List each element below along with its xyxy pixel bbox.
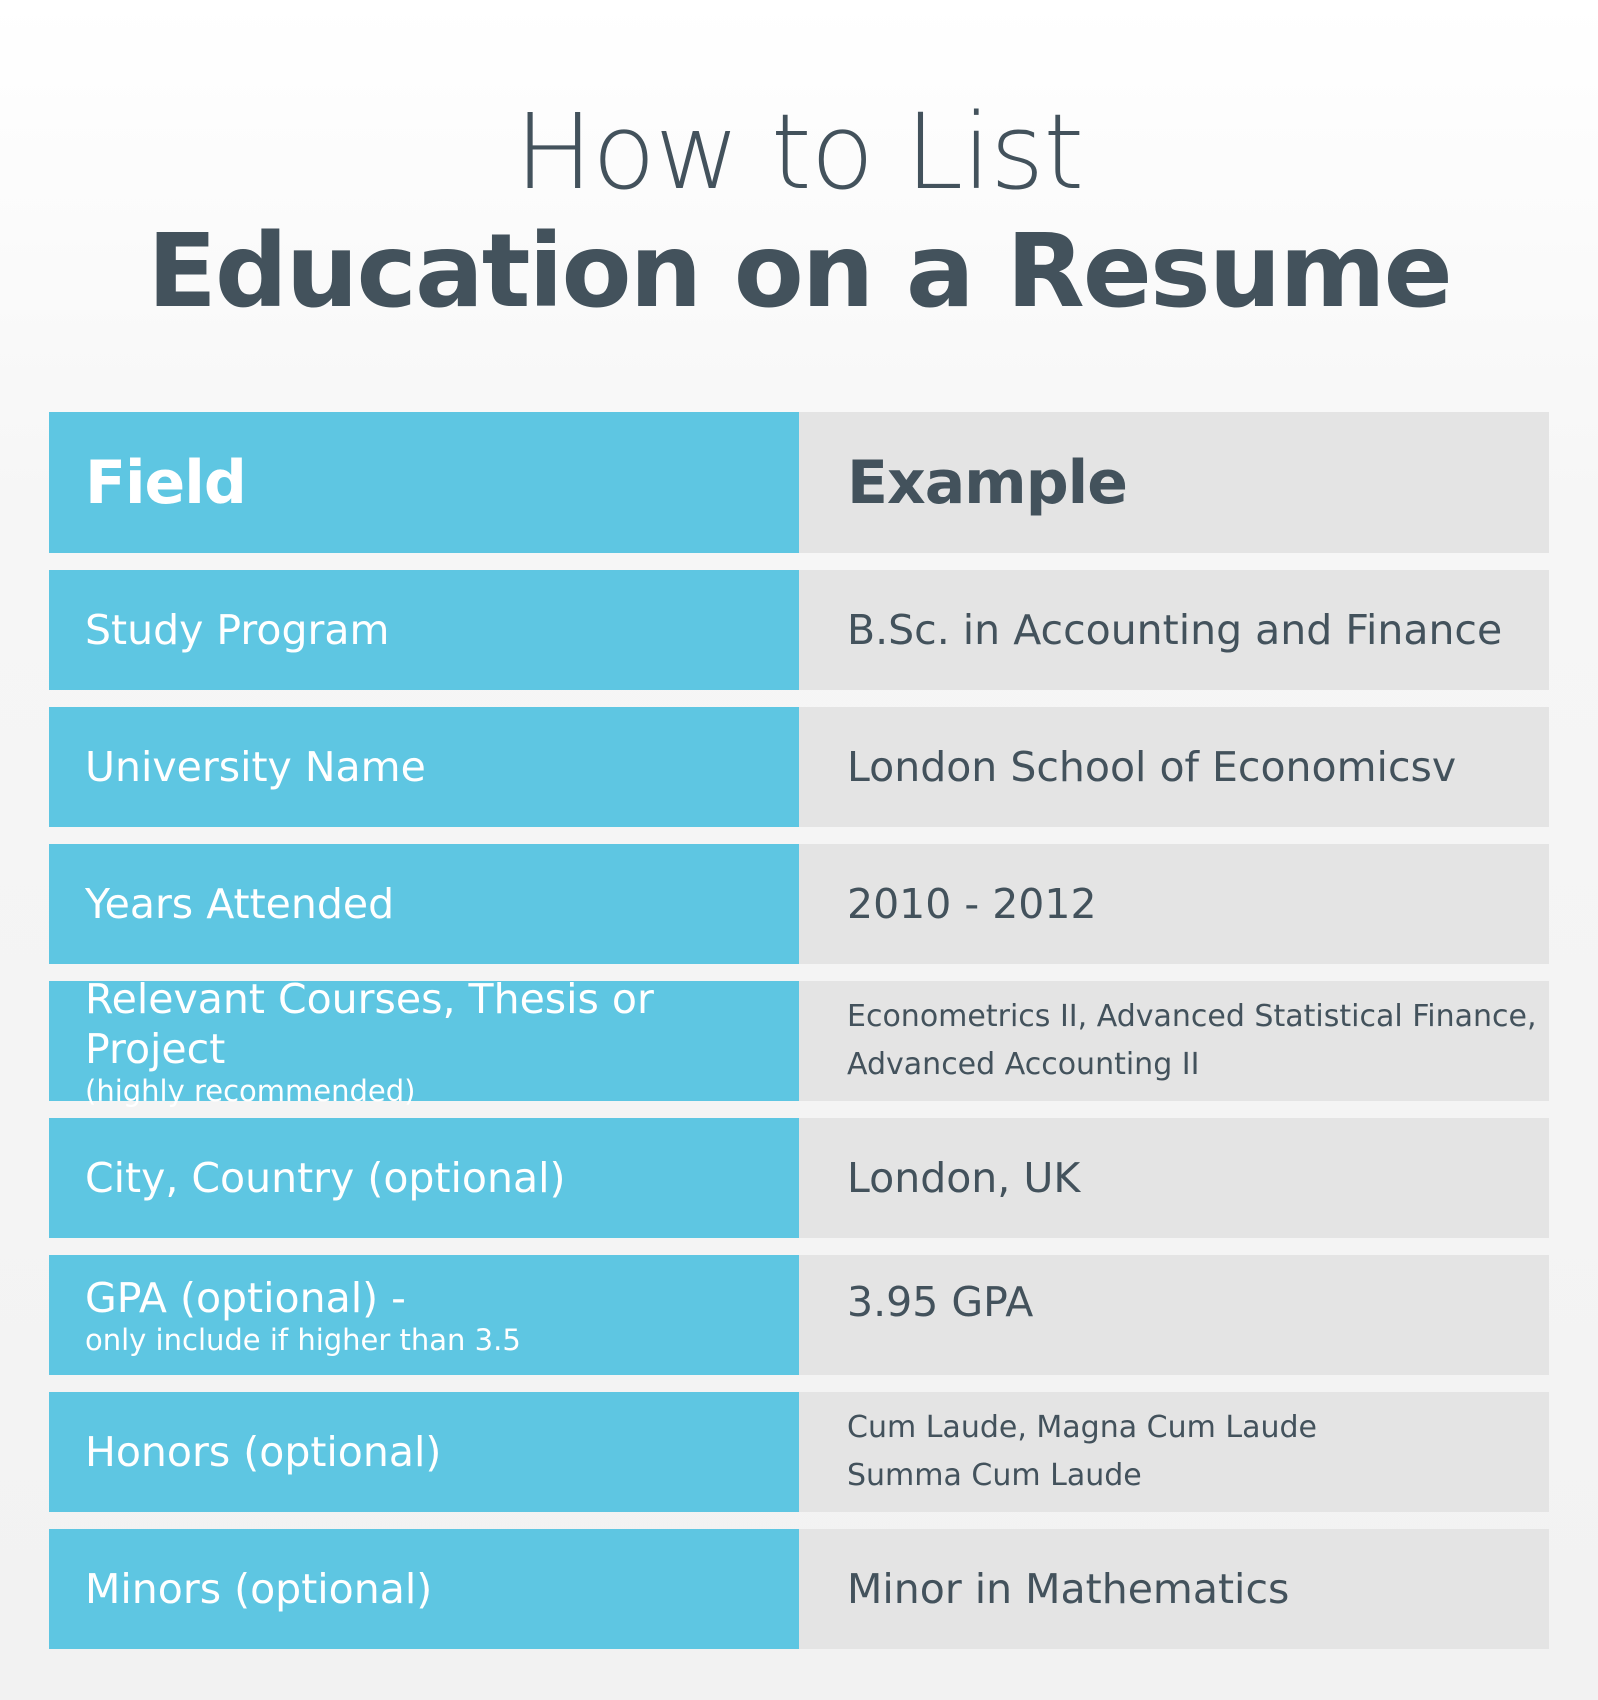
- field-note: only include if higher than 3.5: [85, 1323, 521, 1357]
- field-cell: Relevant Courses, Thesis or Project (hig…: [49, 975, 799, 1108]
- field-cell: Study Program: [49, 570, 799, 690]
- page-title-line1: How to List: [514, 91, 1084, 213]
- field-column-header: Field: [49, 412, 799, 553]
- table-row: Relevant Courses, Thesis or Project (hig…: [49, 975, 1549, 1108]
- example-value: Minor in Mathematics: [847, 1565, 1290, 1613]
- example-value: London School of Economicsv: [847, 743, 1457, 791]
- example-cell: London, UK: [799, 1118, 1549, 1238]
- field-label: Relevant Courses, Thesis or Project: [85, 975, 654, 1073]
- field-label: Minors (optional): [85, 1565, 433, 1613]
- field-cell: Honors (optional): [49, 1392, 799, 1512]
- page-title-line2: Education on a Resume: [147, 212, 1453, 331]
- field-cell: Years Attended: [49, 844, 799, 964]
- table-row: Years Attended 2010 - 2012: [49, 844, 1549, 964]
- example-value: London, UK: [847, 1154, 1081, 1202]
- field-label: GPA (optional) -: [85, 1274, 406, 1322]
- field-label: Study Program: [85, 606, 390, 654]
- field-label: City, Country (optional): [85, 1154, 566, 1202]
- table-row: Minors (optional) Minor in Mathematics: [49, 1529, 1549, 1649]
- table-row: Study Program B.Sc. in Accounting and Fi…: [49, 570, 1549, 690]
- example-value: B.Sc. in Accounting and Finance: [847, 606, 1503, 654]
- field-cell: Minors (optional): [49, 1529, 799, 1649]
- example-cell: London School of Economicsv: [799, 707, 1549, 827]
- example-column-header: Example: [799, 412, 1549, 553]
- education-table: Field Example Study Program B.Sc. in Acc…: [49, 412, 1549, 1666]
- example-line: Summa Cum Laude: [847, 1458, 1142, 1493]
- field-label: Years Attended: [85, 880, 395, 928]
- example-cell: 3.95 GPA: [799, 1255, 1549, 1375]
- example-value: 3.95 GPA: [847, 1278, 1034, 1326]
- table-header-row: Field Example: [49, 412, 1549, 553]
- field-cell: GPA (optional) - only include if higher …: [49, 1255, 799, 1375]
- field-label: University Name: [85, 743, 426, 791]
- example-cell: Econometrics II, Advanced Statistical Fi…: [799, 981, 1549, 1101]
- field-cell: City, Country (optional): [49, 1118, 799, 1238]
- table-row: City, Country (optional) London, UK: [49, 1118, 1549, 1238]
- table-row: University Name London School of Economi…: [49, 707, 1549, 827]
- example-cell: Cum Laude, Magna Cum Laude Summa Cum Lau…: [799, 1392, 1549, 1512]
- example-line: Advanced Accounting II: [847, 1047, 1200, 1082]
- example-line: Cum Laude, Magna Cum Laude: [847, 1410, 1317, 1445]
- example-value: 2010 - 2012: [847, 880, 1097, 928]
- example-cell: Minor in Mathematics: [799, 1529, 1549, 1649]
- example-cell: 2010 - 2012: [799, 844, 1549, 964]
- field-label: Honors (optional): [85, 1428, 442, 1476]
- field-note: (highly recommended): [85, 1074, 416, 1108]
- table-row: GPA (optional) - only include if higher …: [49, 1255, 1549, 1375]
- table-row: Honors (optional) Cum Laude, Magna Cum L…: [49, 1392, 1549, 1512]
- example-line: Econometrics II, Advanced Statistical Fi…: [847, 999, 1537, 1034]
- field-cell: University Name: [49, 707, 799, 827]
- example-cell: B.Sc. in Accounting and Finance: [799, 570, 1549, 690]
